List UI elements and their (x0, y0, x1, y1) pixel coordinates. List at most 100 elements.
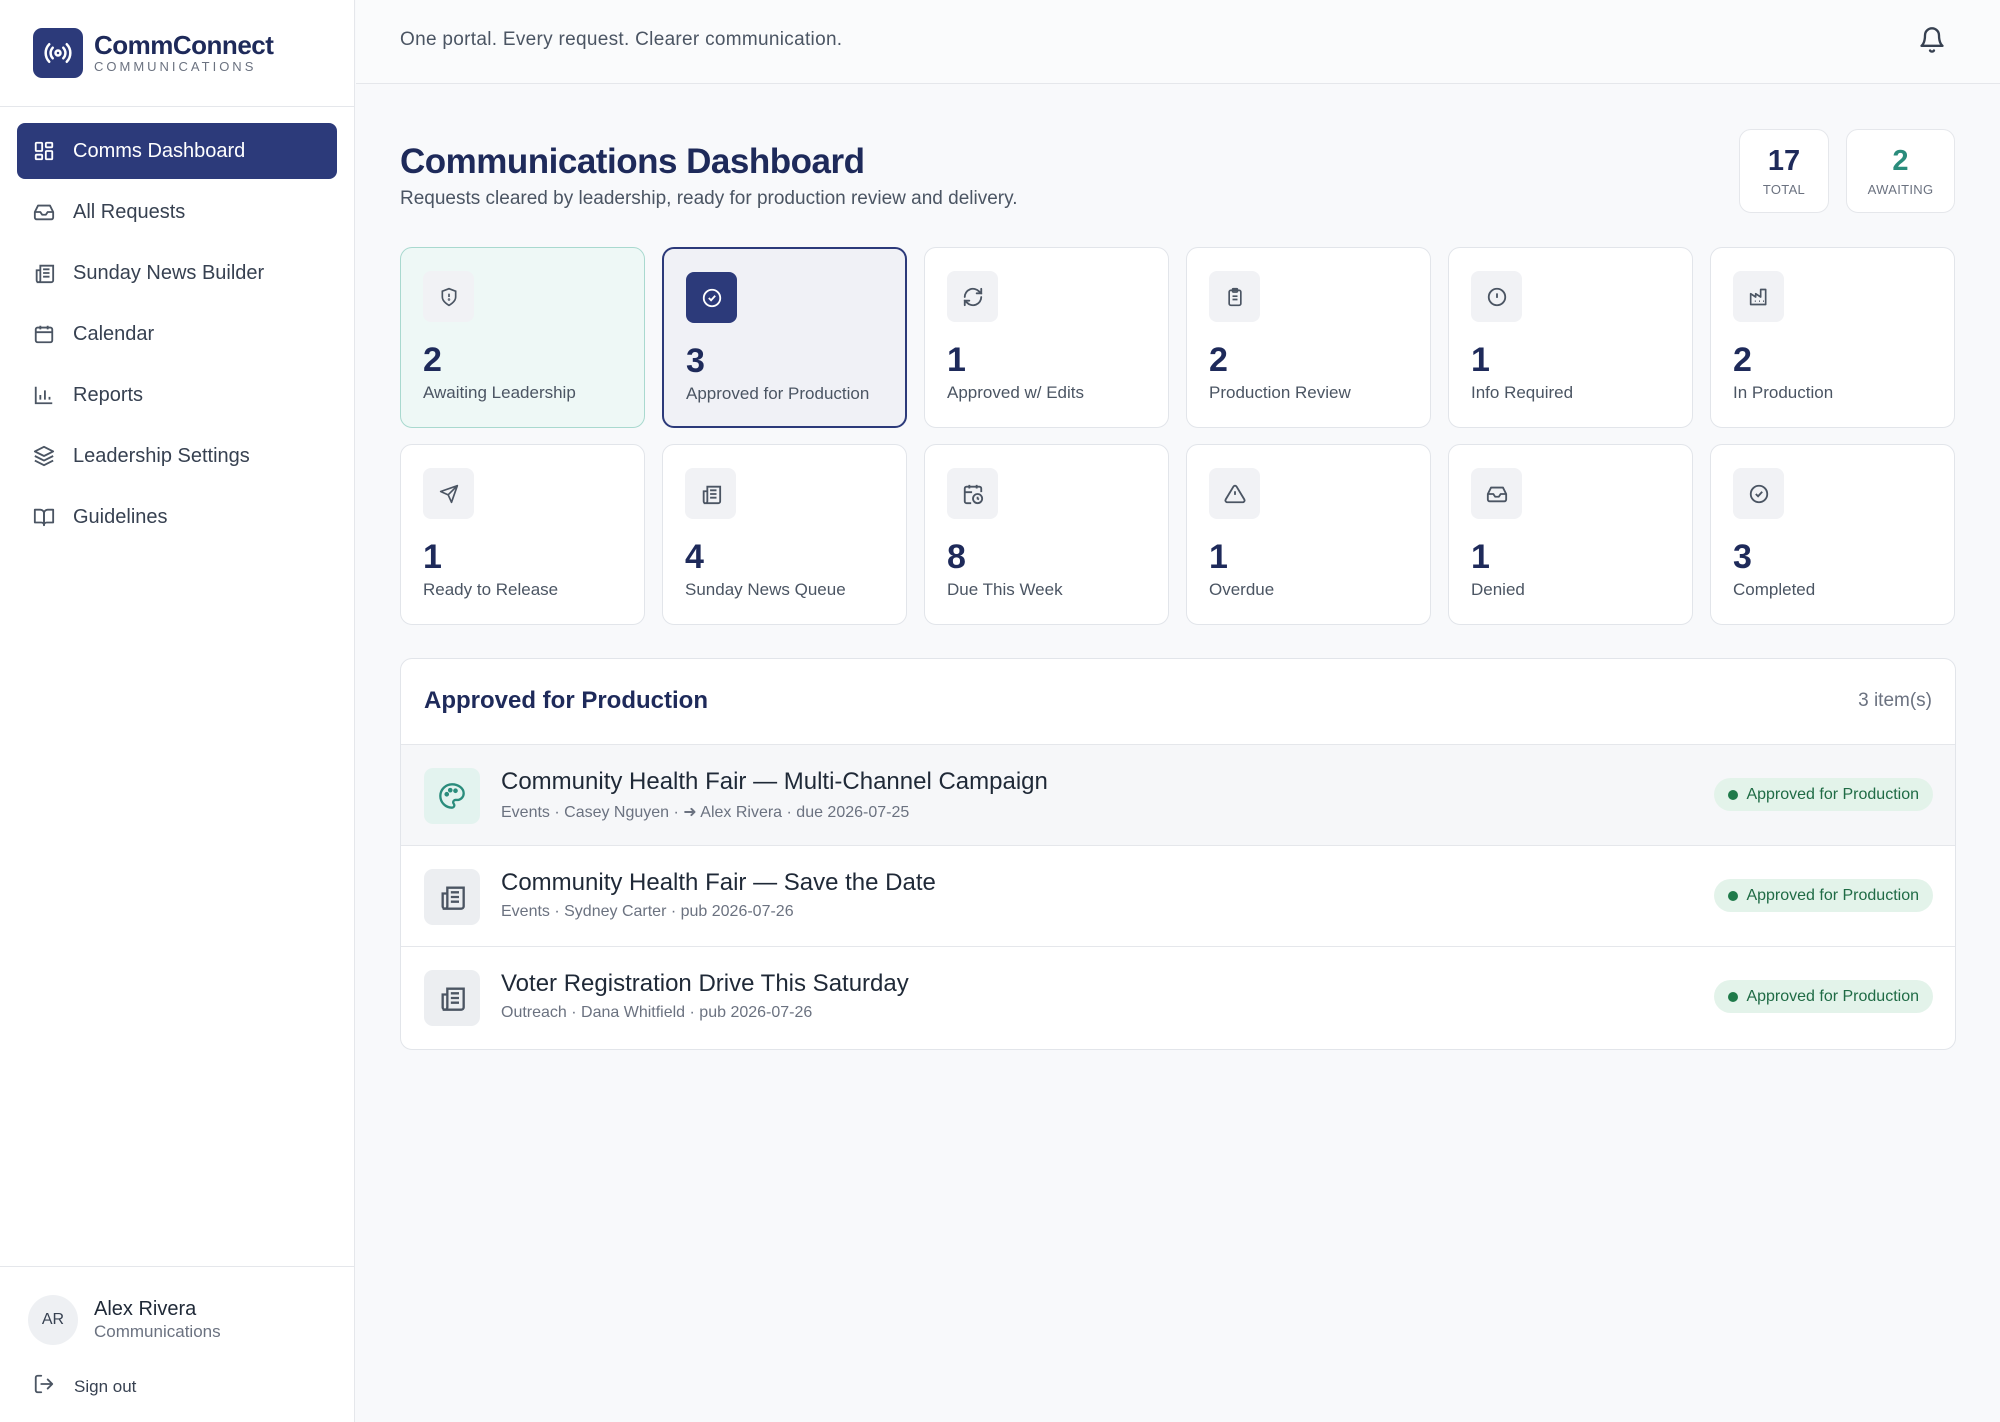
sidebar-item-label: Comms Dashboard (73, 139, 246, 162)
brand-name: CommConnect (94, 30, 274, 60)
stat-card-info-required[interactable]: 1 Info Required (1448, 247, 1693, 428)
sidebar-item-reports[interactable]: Reports (17, 367, 337, 423)
stat-value: 8 (947, 538, 966, 576)
bell-icon[interactable] (1918, 26, 1946, 59)
status-badge: Approved for Production (1714, 980, 1933, 1013)
newspaper-icon (33, 262, 55, 284)
stat-label: Sunday News Queue (685, 580, 846, 599)
stat-card-production-review[interactable]: 2 Production Review (1186, 247, 1431, 428)
stat-label: Info Required (1471, 383, 1574, 402)
stat-card-completed[interactable]: 3 Completed (1710, 444, 1955, 625)
sidebar-item-label: Guidelines (73, 505, 168, 528)
sidebar-item-label: All Requests (73, 200, 186, 223)
stat-value: 1 (1471, 341, 1490, 379)
stat-label: Due This Week (947, 580, 1063, 599)
bar-chart-icon (33, 384, 55, 406)
stat-value: 4 (685, 538, 704, 576)
stat-card-in-production[interactable]: 2 In Production (1710, 247, 1955, 428)
stat-value: 3 (686, 342, 705, 380)
stat-value: 3 (1733, 538, 1752, 576)
stat-label: Approved for Production (686, 384, 870, 403)
status-badge: Approved for Production (1714, 778, 1933, 811)
stat-label: In Production (1733, 383, 1834, 402)
stat-value: 2 (1733, 341, 1752, 379)
awaiting-summary: 2 AWAITING (1846, 129, 1955, 213)
newspaper-icon (424, 970, 480, 1026)
user-profile[interactable]: AR Alex Rivera Communications (28, 1295, 221, 1345)
item-meta: Events · Sydney Carter · pub 2026-07-26 (501, 903, 794, 920)
sidebar-item-guidelines[interactable]: Guidelines (17, 489, 337, 545)
refresh-icon (947, 271, 998, 322)
user-block: AR Alex Rivera Communications Sign out (0, 1266, 355, 1422)
alert-circle-icon (1471, 271, 1522, 322)
sidebar-item-calendar[interactable]: Calendar (17, 306, 337, 362)
dashboard-icon (33, 140, 55, 162)
sidebar-item-leadership-settings[interactable]: Leadership Settings (17, 428, 337, 484)
item-meta: Outreach · Dana Whitfield · pub 2026-07-… (501, 1004, 813, 1021)
sidebar-item-comms-dashboard[interactable]: Comms Dashboard (17, 123, 337, 179)
awaiting-value: 2 (1892, 145, 1909, 177)
total-label: TOTAL (1762, 182, 1806, 197)
send-icon (423, 468, 474, 519)
sidebar-item-label: Calendar (73, 322, 155, 345)
calendar-clock-icon (947, 468, 998, 519)
inbox-icon (33, 201, 55, 223)
stat-card-approved-with-edits[interactable]: 1 Approved w/ Edits (924, 247, 1169, 428)
stat-value: 2 (423, 341, 442, 379)
panel-count: 3 item(s) (1858, 690, 1932, 711)
tagline: One portal. Every request. Clearer commu… (400, 29, 843, 50)
list-item[interactable]: Voter Registration Drive This Saturday O… (401, 947, 1955, 1048)
stat-value: 1 (947, 341, 966, 379)
sidebar-item-label: Reports (73, 383, 144, 406)
stat-label: Awaiting Leadership (423, 383, 576, 402)
list-item[interactable]: Community Health Fair — Multi-Channel Ca… (401, 745, 1955, 846)
check-circle-icon (686, 272, 737, 323)
top-bar: One portal. Every request. Clearer commu… (356, 0, 2000, 84)
sidebar-item-all-requests[interactable]: All Requests (17, 184, 337, 240)
sidebar-nav: Comms Dashboard All Requests Sunday News… (0, 107, 354, 566)
total-summary: 17 TOTAL (1739, 129, 1829, 213)
stat-label: Overdue (1209, 580, 1275, 599)
approved-for-production-panel: Approved for Production 3 item(s) Commun… (400, 658, 1956, 1050)
page-title: Communications Dashboard (400, 142, 865, 181)
book-icon (33, 506, 55, 528)
brand[interactable]: CommConnect COMMUNICATIONS (0, 0, 354, 107)
avatar: AR (28, 1295, 78, 1345)
warning-triangle-icon (1209, 468, 1260, 519)
stat-card-due-this-week[interactable]: 8 Due This Week (924, 444, 1169, 625)
brand-subtitle: COMMUNICATIONS (94, 59, 257, 74)
list-item[interactable]: Community Health Fair — Save the Date Ev… (401, 846, 1955, 947)
sign-out-button[interactable]: Sign out (33, 1373, 136, 1400)
stat-card-awaiting-leadership[interactable]: 2 Awaiting Leadership (400, 247, 645, 428)
stat-value: 2 (1209, 341, 1228, 379)
stat-card-ready-to-release[interactable]: 1 Ready to Release (400, 444, 645, 625)
stat-card-overdue[interactable]: 1 Overdue (1186, 444, 1431, 625)
inbox-icon (1471, 468, 1522, 519)
stat-card-approved-for-production[interactable]: 3 Approved for Production (662, 247, 907, 428)
newspaper-icon (685, 468, 736, 519)
stat-label: Approved w/ Edits (947, 383, 1085, 402)
user-name: Alex Rivera (94, 1298, 197, 1320)
sign-out-label: Sign out (74, 1376, 137, 1396)
shield-icon (423, 271, 474, 322)
status-badge: Approved for Production (1714, 879, 1933, 912)
item-meta: Events · Casey Nguyen · ➜ Alex Rivera · … (501, 804, 910, 821)
total-value: 17 (1767, 145, 1801, 177)
stat-value: 1 (1471, 538, 1490, 576)
stat-card-sunday-news-queue[interactable]: 4 Sunday News Queue (662, 444, 907, 625)
sidebar-item-label: Leadership Settings (73, 444, 250, 467)
stat-label: Ready to Release (423, 580, 559, 599)
panel-header: Approved for Production 3 item(s) (401, 659, 1955, 745)
sidebar-item-sunday-news-builder[interactable]: Sunday News Builder (17, 245, 337, 301)
stat-card-denied[interactable]: 1 Denied (1448, 444, 1693, 625)
page-subtitle: Requests cleared by leadership, ready fo… (400, 188, 1018, 209)
stat-value: 1 (423, 538, 442, 576)
logout-icon (33, 1373, 55, 1400)
stat-value: 1 (1209, 538, 1228, 576)
user-role: Communications (94, 1322, 221, 1341)
stat-label: Denied (1471, 580, 1525, 599)
stat-label: Completed (1733, 580, 1816, 599)
awaiting-label: AWAITING (1867, 182, 1934, 197)
broadcast-icon (33, 28, 83, 78)
panel-title: Approved for Production (424, 687, 708, 714)
